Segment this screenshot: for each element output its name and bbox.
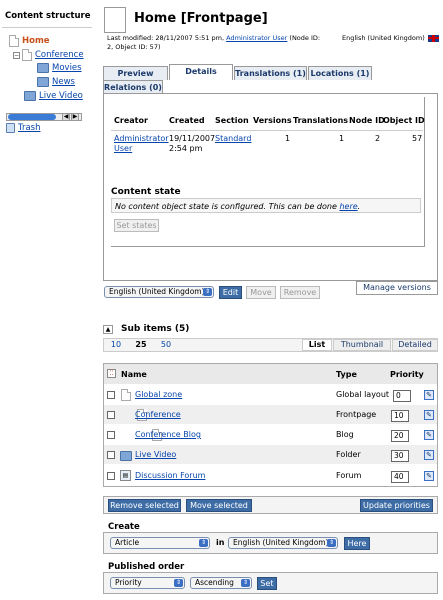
published-order-title: Published order [108, 562, 185, 572]
trash-label[interactable]: Trash [18, 123, 40, 133]
tab-locations[interactable]: Locations (1) [308, 66, 372, 80]
section-link[interactable]: Standard [215, 134, 251, 143]
order-direction-select[interactable]: Ascending ⇕ [190, 577, 252, 589]
create-title: Create [108, 522, 140, 532]
divider [111, 130, 423, 131]
document-icon [104, 7, 126, 33]
order-field-value: Priority [115, 578, 142, 587]
folder-icon [37, 77, 49, 87]
class-select-value: Article [115, 538, 140, 547]
collapse-icon[interactable]: − [13, 51, 20, 59]
content-state-title: Content state [111, 187, 181, 197]
order-field-select[interactable]: Priority ⇕ [110, 577, 185, 589]
select-arrow-icon: ⇕ [327, 539, 336, 547]
trash-item[interactable]: Trash [6, 123, 40, 133]
col-object-id: Object ID [383, 116, 425, 125]
page-size-50[interactable]: 50 [159, 340, 173, 349]
created-value: 19/11/2007 2:54 pm [169, 134, 216, 153]
tree-item-label[interactable]: News [52, 77, 75, 87]
content-state-message: No content object state is configured. T… [111, 198, 421, 213]
trash-icon [6, 123, 15, 133]
col-creator: Creator [114, 116, 148, 125]
order-direction-value: Ascending [195, 578, 234, 587]
tree-item-label[interactable]: Live Video [39, 91, 83, 101]
content-structure-pane: Content structure Home − Conference Movi… [0, 0, 95, 600]
divider [2, 27, 92, 28]
folder-icon [24, 91, 36, 101]
create-language-select[interactable]: English (United Kingdom) ⇕ [228, 537, 338, 549]
priority-input[interactable]: 40 [391, 471, 409, 483]
col-node-id: Node ID [349, 116, 385, 125]
tree-item-movies[interactable]: Movies [37, 63, 82, 73]
move-selected-button[interactable]: Move selected [186, 499, 252, 512]
document-icon [9, 35, 19, 47]
tree-item-conference[interactable]: − Conference [13, 49, 84, 61]
row-name-link[interactable]: Discussion Forum [135, 471, 205, 480]
document-icon [22, 49, 32, 61]
tree-item-live-video[interactable]: Live Video [24, 91, 83, 101]
forum-icon: ▤ [120, 470, 131, 481]
collapse-icon[interactable]: ▲ [103, 325, 113, 334]
tree-item-label[interactable]: Movies [52, 63, 82, 73]
view-list[interactable]: List [302, 339, 332, 351]
select-arrow-icon: ⇕ [203, 288, 212, 296]
update-priorities-button[interactable]: Update priorities [360, 499, 433, 512]
view-detailed[interactable]: Detailed [392, 339, 438, 351]
scroll-right-icon[interactable]: ▶ [71, 113, 79, 121]
versions-value: 1 [285, 134, 291, 143]
order-set-button[interactable]: Set [257, 577, 277, 590]
meta-prefix: Last modified: 28/11/2007 5:51 pm, [107, 34, 225, 42]
select-arrow-icon: ⇕ [241, 579, 250, 587]
scrollbar-thumb[interactable] [8, 114, 56, 120]
tree-item-label[interactable]: Conference [35, 50, 84, 60]
in-label: in [216, 538, 225, 547]
tab-details[interactable]: Details [169, 64, 233, 80]
tree-item-home[interactable]: Home [9, 35, 50, 47]
view-thumbnail[interactable]: Thumbnail [333, 339, 391, 351]
last-modified-info: Last modified: 28/11/2007 5:51 pm, Admin… [107, 34, 327, 52]
col-created: Created [169, 116, 205, 125]
edit-icon[interactable]: ✎ [424, 471, 434, 481]
content-state-text: No content object state is configured. T… [115, 202, 337, 211]
create-here-button[interactable]: Here [344, 537, 370, 550]
uk-flag-icon [427, 34, 439, 42]
language-label: English (United Kingdom) [342, 34, 425, 42]
edit-button[interactable]: Edit [219, 286, 242, 299]
create-language-value: English (United Kingdom) [233, 538, 329, 547]
page-size-25[interactable]: 25 [134, 340, 148, 349]
remove-button[interactable]: Remove [280, 286, 320, 299]
language-select-value: English (United Kingdom) [109, 287, 205, 296]
tree-item-label[interactable]: Home [22, 36, 50, 46]
manage-versions-button[interactable]: Manage versions [356, 281, 438, 295]
content-structure-title: Content structure [5, 11, 91, 21]
tab-translations[interactable]: Translations (1) [234, 66, 307, 80]
row-type: Forum [336, 471, 362, 480]
content-state-here-link[interactable]: here [339, 202, 357, 211]
language-select[interactable]: English (United Kingdom) ⇕ [104, 286, 214, 298]
row-checkbox[interactable] [107, 472, 115, 480]
tab-relations[interactable]: Relations (0) [103, 80, 163, 94]
object-id-value: 57 [412, 134, 423, 143]
page-title: Home [Frontpage] [134, 11, 268, 26]
node-id-value: 2 [375, 134, 381, 143]
remove-selected-button[interactable]: Remove selected [108, 499, 181, 512]
col-translations: Translations [293, 116, 349, 125]
select-arrow-icon: ⇕ [174, 579, 183, 587]
col-section: Section [215, 116, 249, 125]
language-indicator: English (United Kingdom) [342, 34, 439, 42]
sub-items-title: Sub items (5) [121, 324, 190, 334]
folder-icon [37, 63, 49, 73]
tab-preview[interactable]: Preview [103, 66, 168, 80]
modifier-link[interactable]: Administrator User [226, 34, 287, 42]
set-states-button[interactable]: Set states [114, 219, 159, 232]
translations-value: 1 [339, 134, 345, 143]
tree-item-news[interactable]: News [37, 77, 75, 87]
move-button[interactable]: Move [246, 286, 276, 299]
scroll-left-icon[interactable]: ◀ [62, 113, 70, 121]
select-arrow-icon: ⇕ [199, 539, 208, 547]
creator-link[interactable]: Administrator User [114, 134, 169, 154]
page-size-10[interactable]: 10 [109, 340, 123, 349]
col-versions: Versions [253, 116, 292, 125]
class-select[interactable]: Article ⇕ [110, 537, 210, 549]
